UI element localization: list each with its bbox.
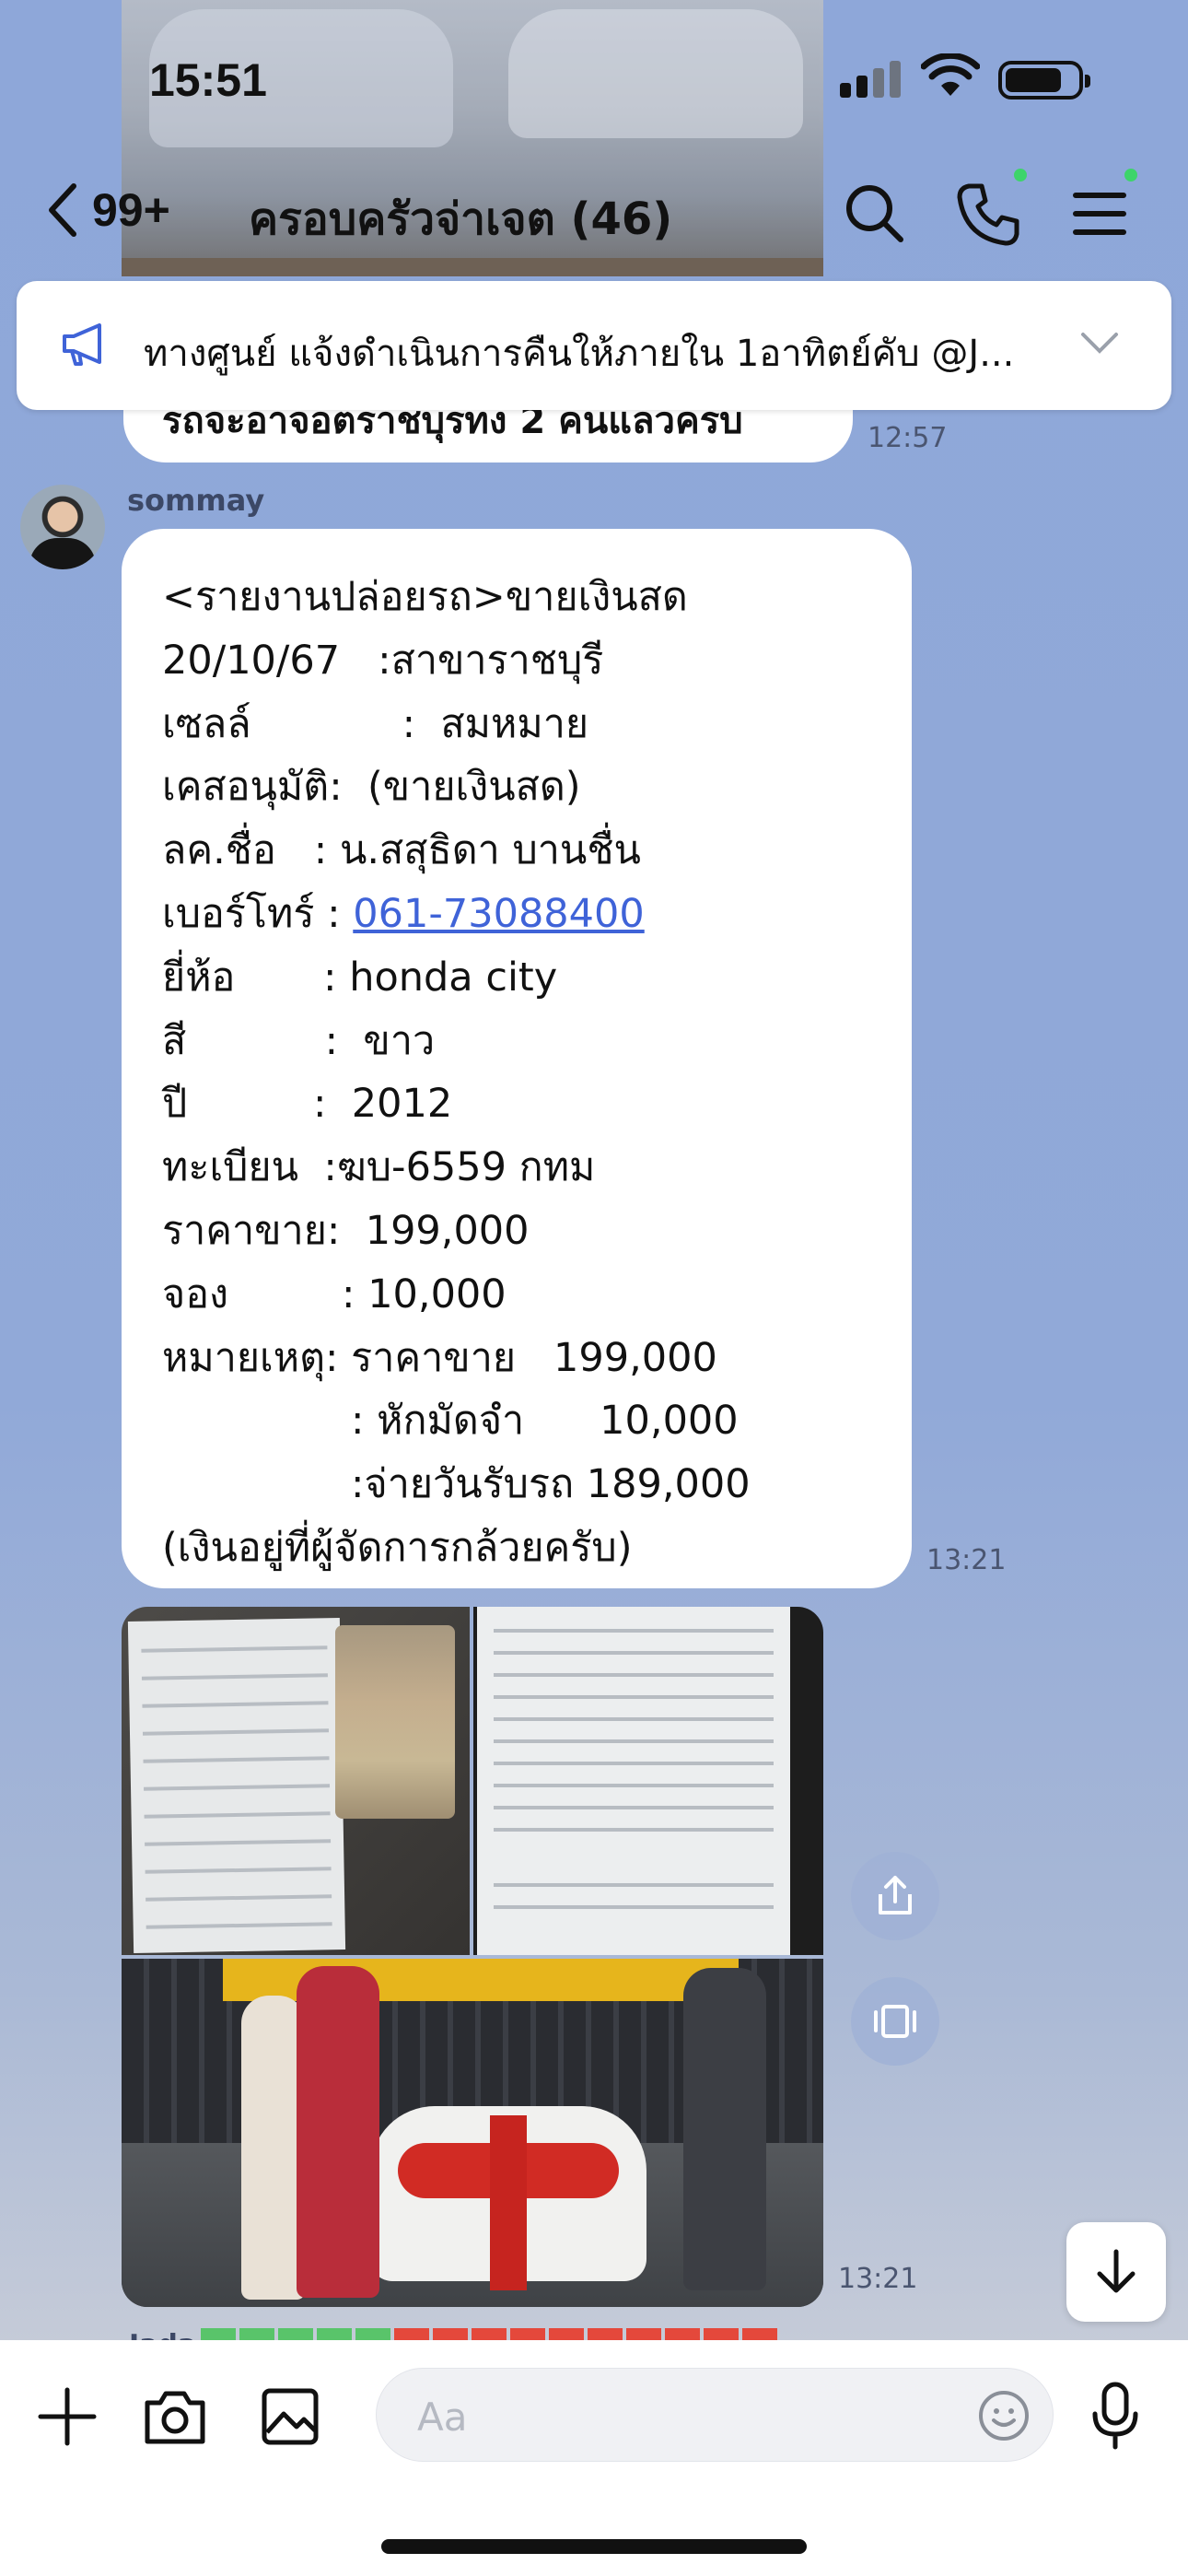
camera-icon[interactable] (142, 2386, 208, 2447)
wifi-icon (921, 53, 980, 96)
phone-call-icon[interactable] (952, 177, 1026, 251)
contract-document-photo[interactable] (473, 1607, 823, 1955)
scroll-to-bottom-button[interactable] (1066, 2222, 1166, 2322)
message-line: ราคาขาย: 199,000 (162, 1207, 530, 1254)
share-button[interactable] (851, 1852, 939, 1940)
phone-label: เบอร์โทร์ : (162, 890, 354, 937)
message-bubble[interactable]: <รายงานปล่อยรถ>ขายเงินสด 20/10/67 :สาขาร… (122, 529, 912, 1588)
menu-notification-dot (1122, 166, 1140, 184)
unread-count: 99+ (92, 184, 170, 236)
back-button[interactable]: 99+ (46, 182, 170, 238)
emoji-icon[interactable] (977, 2389, 1031, 2442)
cellular-signal-icon (840, 61, 901, 98)
announcement-text: ทางศูนย์ แจ้งดำเนินการคืนให้ภายใน 1อาทิต… (144, 333, 1015, 375)
image-icon[interactable] (260, 2386, 320, 2447)
message-line: (เงินอยู่ที่ผู้จัดการกล้วยครับ) (162, 1524, 633, 1571)
microphone-icon[interactable] (1089, 2381, 1142, 2453)
arrow-down-icon (1097, 2249, 1136, 2293)
message-line: เซลล์ : สมหมาย (162, 700, 589, 747)
chat-header: 99+ ครอบครัวจ่าเจต (46) (0, 157, 1188, 267)
message-line: :จ่ายวันรับรถ 189,000 (162, 1461, 751, 1508)
receipt-with-cash-photo[interactable] (122, 1607, 470, 1955)
megaphone-icon (63, 323, 101, 366)
menu-icon[interactable] (1063, 177, 1136, 251)
message-line: ยี่ห้อ : honda city (162, 954, 558, 1001)
search-icon[interactable] (838, 177, 912, 251)
clock: 15:51 (149, 54, 267, 106)
message-line: จอง : 10,000 (162, 1270, 507, 1317)
chat-title[interactable]: ครอบครัวจ่าเจต (46) (249, 184, 672, 254)
message-line: ปี : 2012 (162, 1081, 453, 1128)
chevron-left-icon (49, 183, 76, 237)
image-message-time: 13:21 (838, 2263, 918, 2295)
message-input-placeholder: Aa (417, 2395, 468, 2440)
previous-message-time: 12:57 (868, 422, 948, 454)
message-line: 20/10/67 :สาขาราชบุรี (162, 637, 604, 684)
plus-icon[interactable] (35, 2384, 99, 2449)
status-bar: 15:51 (0, 0, 1188, 157)
sender-name[interactable]: sommay (127, 483, 264, 518)
chevron-down-icon[interactable] (1079, 329, 1120, 357)
message-time: 13:21 (926, 1544, 1007, 1576)
album-icon (874, 2005, 916, 2038)
car-delivery-photo[interactable] (122, 1959, 823, 2307)
call-status-dot (1011, 166, 1030, 184)
message-line: ทะเบียน :ฆบ-6559 กทม (162, 1144, 596, 1191)
avatar[interactable] (20, 485, 105, 569)
message-line: : หักมัดจำ 10,000 (162, 1398, 739, 1445)
share-icon (879, 1876, 912, 1914)
message-line: <รายงานปล่อยรถ>ขายเงินสด (162, 574, 688, 620)
message-line: สี : ขาว (162, 1017, 436, 1064)
battery-icon (998, 61, 1090, 100)
album-button[interactable] (851, 1977, 939, 2066)
message-line: ลค.ชื่อ : น.สสุธิดา บานชื่น (162, 827, 641, 874)
message-line-phone: เบอร์โทร์ : 061-73088400 (162, 883, 871, 946)
message-line: เคสอนุมัติ: (ขายเงินสด) (162, 764, 581, 811)
message-input[interactable]: Aa (376, 2368, 1054, 2462)
phone-number-link[interactable]: 061-73088400 (353, 891, 644, 937)
announcement-banner[interactable]: ทางศูนย์ แจ้งดำเนินการคืนให้ภายใน 1อาทิต… (17, 281, 1171, 410)
home-indicator (381, 2539, 807, 2554)
message-line: หมายเหตุ: ราคาขาย 199,000 (162, 1334, 717, 1381)
